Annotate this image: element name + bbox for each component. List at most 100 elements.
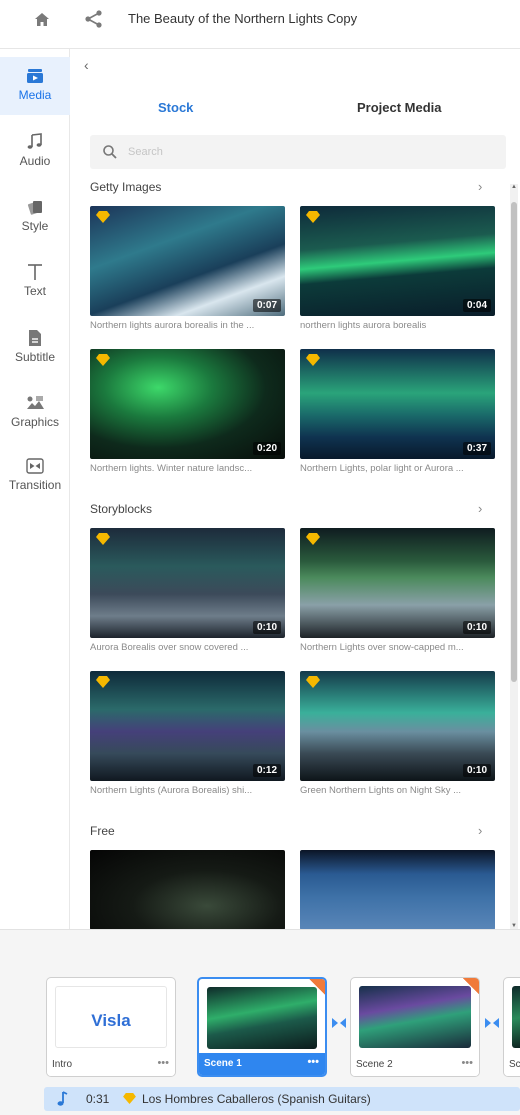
premium-gem-icon bbox=[306, 354, 320, 366]
sidebar-item-label: Style bbox=[21, 219, 49, 233]
duration-badge: 0:10 bbox=[462, 621, 491, 634]
media-panel: ‹ Stock Project Media Getty Images › 0:0… bbox=[70, 49, 520, 929]
collapse-panel-icon[interactable]: ‹ bbox=[84, 57, 89, 73]
premium-gem-icon bbox=[306, 533, 320, 545]
premium-gem-icon bbox=[96, 533, 110, 545]
thumbnail-caption: Northern lights aurora borealis in the .… bbox=[90, 320, 255, 331]
media-thumbnail[interactable]: 0:10 bbox=[90, 528, 285, 638]
scroll-up-arrow-icon[interactable]: ▲ bbox=[510, 184, 518, 190]
sidebar-item-label: Media bbox=[18, 88, 52, 102]
search-input[interactable] bbox=[128, 143, 488, 161]
scene-preview bbox=[359, 986, 471, 1048]
duration-badge: 0:37 bbox=[462, 442, 491, 455]
tab-project-media[interactable]: Project Media bbox=[357, 100, 442, 115]
scene-footer: Sc bbox=[504, 1054, 520, 1076]
scene-footer: Scene 1 ••• bbox=[199, 1053, 325, 1075]
premium-gem-icon bbox=[306, 676, 320, 688]
premium-corner-badge bbox=[463, 978, 479, 994]
sidebar-item-label: Audio bbox=[19, 154, 51, 168]
text-icon bbox=[28, 264, 42, 280]
more-options-icon[interactable]: ••• bbox=[157, 1057, 169, 1069]
media-thumbnail[interactable] bbox=[300, 850, 495, 929]
style-icon bbox=[27, 201, 42, 215]
scene-footer: Scene 2 ••• bbox=[351, 1054, 479, 1076]
left-sidebar: Media Audio Style Text Subtitle Graphics… bbox=[0, 49, 70, 929]
sidebar-item-transition[interactable]: Transition bbox=[0, 447, 70, 505]
share-icon[interactable] bbox=[84, 9, 104, 29]
section-title-free: Free bbox=[90, 824, 115, 838]
scene-name: Scene 2 bbox=[356, 1059, 393, 1070]
visla-logo: Visla bbox=[91, 1011, 131, 1030]
media-thumbnail[interactable]: 0:37 bbox=[300, 349, 495, 459]
subtitle-icon bbox=[29, 330, 41, 346]
top-bar: The Beauty of the Northern Lights Copy bbox=[0, 0, 520, 40]
chevron-right-icon[interactable]: › bbox=[478, 823, 482, 838]
premium-gem-icon bbox=[96, 354, 110, 366]
scrollbar-thumb[interactable] bbox=[511, 202, 517, 682]
thumbnail-caption: Northern Lights, polar light or Aurora .… bbox=[300, 463, 464, 474]
media-thumbnail[interactable]: 0:20 bbox=[90, 349, 285, 459]
search-box bbox=[90, 135, 506, 169]
scene-card-intro[interactable]: Visla Intro ••• bbox=[46, 977, 176, 1077]
chevron-right-icon[interactable]: › bbox=[478, 501, 482, 516]
search-icon bbox=[103, 145, 117, 159]
media-thumbnail[interactable]: 0:07 bbox=[90, 206, 285, 316]
more-options-icon[interactable]: ••• bbox=[461, 1057, 473, 1069]
media-thumbnail[interactable]: 0:04 bbox=[300, 206, 495, 316]
thumbnail-caption: Northern Lights over snow-capped m... bbox=[300, 642, 464, 653]
sidebar-item-graphics[interactable]: Graphics bbox=[0, 384, 70, 442]
section-title-getty: Getty Images bbox=[90, 180, 162, 194]
tab-stock[interactable]: Stock bbox=[158, 100, 193, 115]
home-icon[interactable] bbox=[32, 10, 52, 30]
thumbnail-caption: Green Northern Lights on Night Sky ... bbox=[300, 785, 462, 796]
music-note-icon bbox=[57, 1091, 68, 1106]
media-icon bbox=[27, 69, 43, 83]
more-options-icon[interactable]: ••• bbox=[307, 1056, 319, 1068]
duration-badge: 0:10 bbox=[252, 621, 281, 634]
premium-gem-icon bbox=[96, 211, 110, 223]
scene-preview bbox=[512, 986, 520, 1048]
sidebar-item-label: Text bbox=[23, 284, 46, 298]
media-thumbnail[interactable]: 0:10 bbox=[300, 671, 495, 781]
thumbnail-caption: Aurora Borealis over snow covered ... bbox=[90, 642, 249, 653]
premium-corner-badge bbox=[309, 979, 325, 995]
scene-preview bbox=[207, 987, 317, 1049]
duration-badge: 0:12 bbox=[252, 764, 281, 777]
sidebar-item-media[interactable]: Media bbox=[0, 57, 70, 115]
sidebar-item-label: Transition bbox=[8, 478, 62, 492]
transition-icon[interactable] bbox=[332, 1018, 346, 1028]
music-title: Los Hombres Caballeros (Spanish Guitars) bbox=[142, 1092, 371, 1106]
thumbnail-caption: Northern lights. Winter nature landsc... bbox=[90, 463, 253, 474]
transition-icon[interactable] bbox=[485, 1018, 499, 1028]
transition-icon bbox=[26, 458, 44, 474]
premium-gem-icon bbox=[96, 676, 110, 688]
chevron-right-icon[interactable]: › bbox=[478, 179, 482, 194]
premium-gem-icon bbox=[306, 211, 320, 223]
duration-badge: 0:07 bbox=[252, 299, 281, 312]
sidebar-item-subtitle[interactable]: Subtitle bbox=[0, 319, 70, 377]
music-duration: 0:31 bbox=[86, 1092, 110, 1106]
scene-card-2[interactable]: Scene 2 ••• bbox=[350, 977, 480, 1077]
media-thumbnail[interactable]: 0:10 bbox=[300, 528, 495, 638]
background-music-track[interactable]: 0:31 Los Hombres Caballeros (Spanish Gui… bbox=[44, 1087, 520, 1111]
sidebar-item-label: Graphics bbox=[10, 415, 60, 429]
scene-footer: Intro ••• bbox=[47, 1054, 175, 1076]
project-title[interactable]: The Beauty of the Northern Lights Copy bbox=[128, 11, 357, 26]
scene-card-3[interactable]: Sc bbox=[503, 977, 520, 1077]
music-note-icon bbox=[27, 133, 42, 149]
section-title-storyblocks: Storyblocks bbox=[90, 502, 153, 516]
scene-card-1[interactable]: Scene 1 ••• bbox=[197, 977, 327, 1077]
thumbnail-caption: Northern Lights (Aurora Borealis) shi... bbox=[90, 785, 253, 796]
scene-name: Sc bbox=[509, 1059, 520, 1070]
media-thumbnail[interactable]: 0:12 bbox=[90, 671, 285, 781]
duration-badge: 0:10 bbox=[462, 764, 491, 777]
duration-badge: 0:04 bbox=[462, 299, 491, 312]
media-thumbnail[interactable] bbox=[90, 850, 285, 929]
scene-preview: Visla bbox=[55, 986, 167, 1048]
scrollbar[interactable]: ▲ ▼ bbox=[510, 184, 518, 929]
sidebar-item-audio[interactable]: Audio bbox=[0, 123, 70, 181]
sidebar-item-text[interactable]: Text bbox=[0, 253, 70, 311]
scene-name: Scene 1 bbox=[204, 1058, 242, 1069]
sidebar-item-label: Subtitle bbox=[14, 350, 56, 364]
sidebar-item-style[interactable]: Style bbox=[0, 188, 70, 246]
